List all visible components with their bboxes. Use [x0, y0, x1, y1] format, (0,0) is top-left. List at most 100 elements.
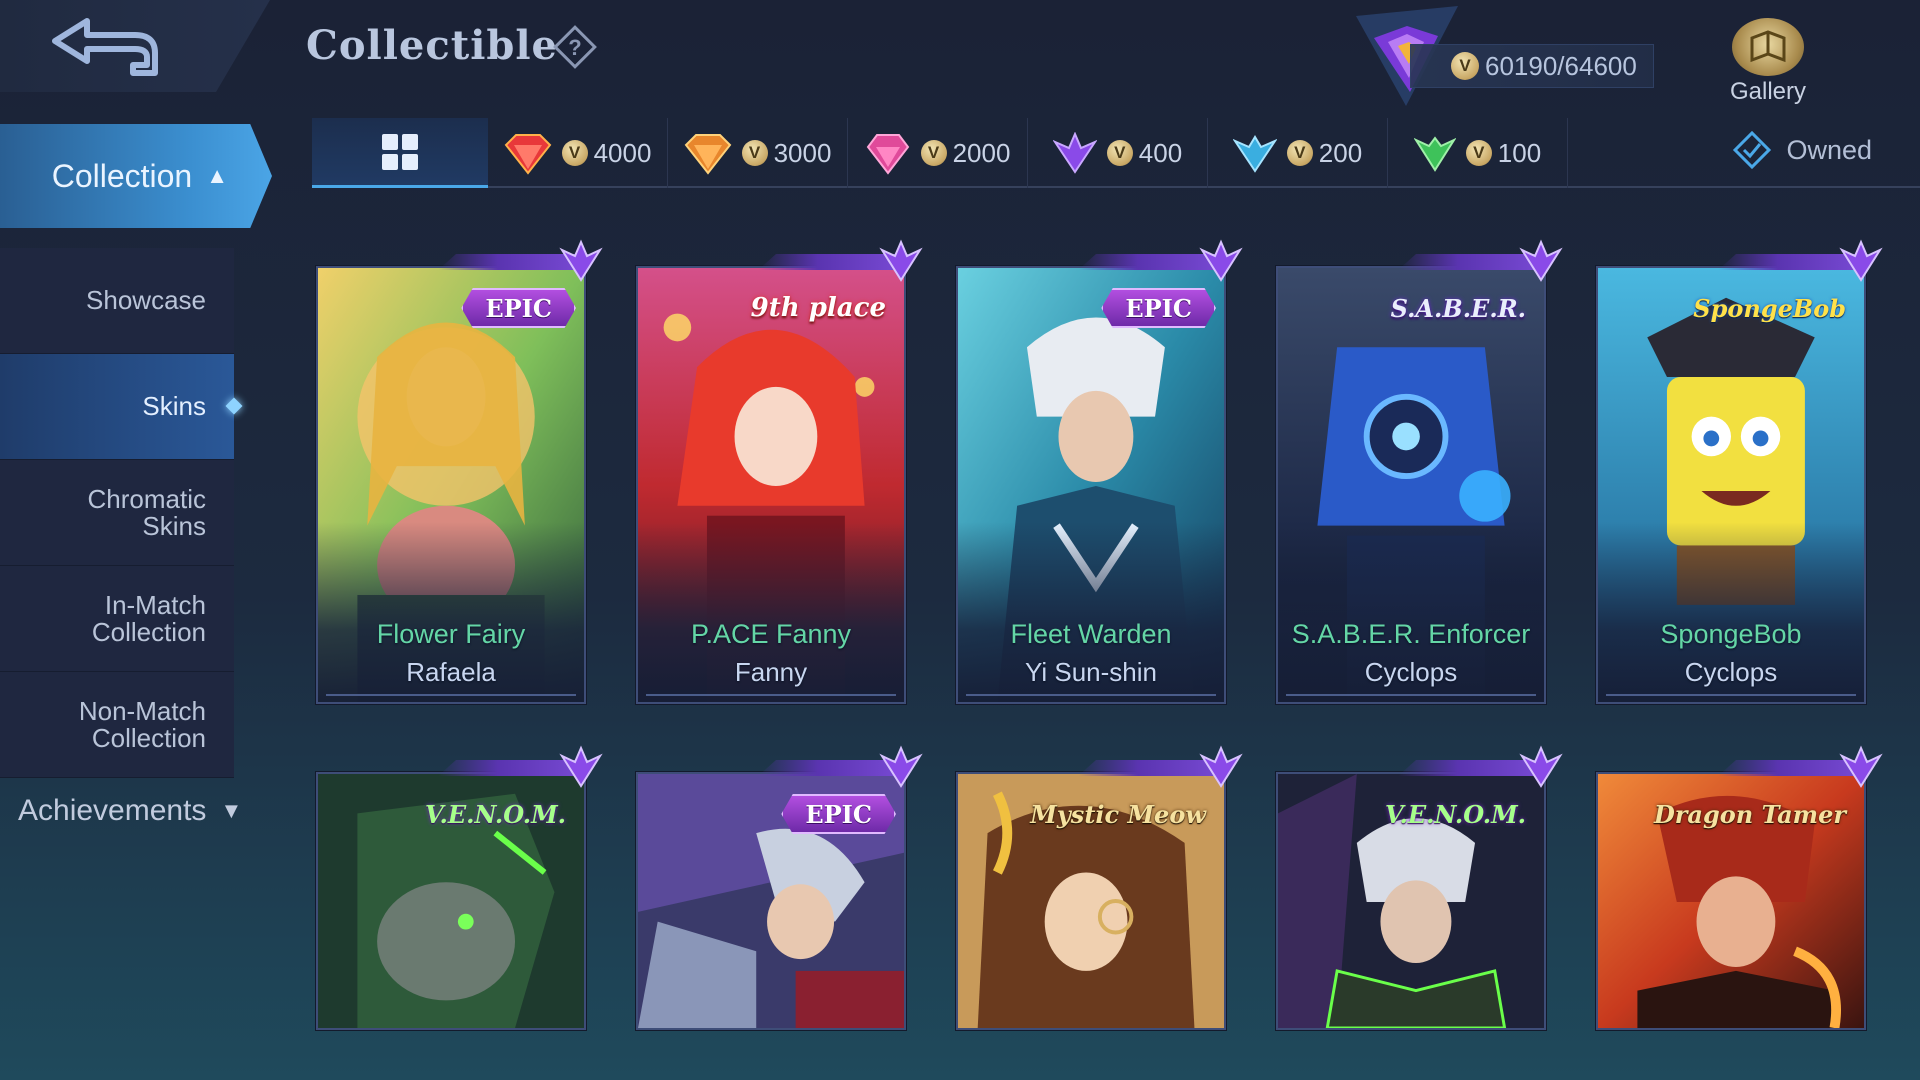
- hero-name: Fanny: [734, 657, 808, 687]
- coin-icon: V: [741, 140, 768, 166]
- skin-card[interactable]: V.E.N.O.M.: [1276, 745, 1563, 1030]
- hero-name: Yi Sun-shin: [1025, 657, 1157, 687]
- subnav-in-match-collection[interactable]: In-Match Collection: [0, 566, 234, 672]
- gallery-icon: [1732, 18, 1804, 76]
- epic-badge: EPIC: [781, 794, 896, 834]
- tier-gem-icon: [559, 239, 603, 282]
- subnav-showcase[interactable]: Showcase: [0, 248, 234, 354]
- skin-name: SpongeBob: [1660, 619, 1802, 649]
- coin-icon: V: [1286, 140, 1313, 166]
- epic-badge: EPIC: [1101, 288, 1216, 328]
- series-badge: V.E.N.O.M.: [425, 799, 566, 829]
- event-badge: 9th place: [750, 293, 886, 323]
- tier-gem-icon: [879, 745, 923, 788]
- hero-name: Rafaela: [406, 657, 496, 687]
- filter-tier-200[interactable]: V 200: [1208, 118, 1388, 188]
- collection-points-value: 60190/64600: [1485, 50, 1637, 81]
- subnav-label: In-Match Collection: [91, 589, 206, 647]
- chevron-up-icon: ▲: [206, 163, 228, 188]
- owned-filter-toggle[interactable]: Owned: [1732, 130, 1872, 170]
- skin-card[interactable]: S.A.B.E.R. S.A.B.E.R. Enforcer Cyclops: [1276, 239, 1563, 704]
- skin-card[interactable]: V.E.N.O.M.: [316, 745, 603, 1030]
- series-badge: V.E.N.O.M.: [1385, 799, 1526, 829]
- subnav-skins[interactable]: Skins: [0, 354, 234, 460]
- tier-gem-icon: [1839, 239, 1883, 282]
- skin-card[interactable]: EPIC: [636, 745, 923, 1030]
- pink-gem-icon: [866, 134, 909, 175]
- green-gem-icon: [1413, 136, 1456, 172]
- subnav-chromatic-skins[interactable]: Chromatic Skins: [0, 460, 234, 566]
- filter-tier-value: 100: [1497, 137, 1542, 168]
- card-divider: [1606, 694, 1856, 696]
- help-icon[interactable]: ?: [552, 24, 598, 70]
- filter-tier-value: 2000: [952, 137, 1011, 168]
- skin-card[interactable]: SpongeBob SpongeBob Cyclops: [1596, 239, 1883, 704]
- red-gem-icon: [504, 134, 551, 175]
- filter-tier-4000[interactable]: V 4000: [488, 118, 668, 188]
- filter-tier-3000[interactable]: V 3000: [668, 118, 848, 188]
- subnav-label: Showcase: [86, 285, 206, 315]
- skin-card[interactable]: Mystic Meow: [956, 745, 1243, 1030]
- skin-card[interactable]: 9th place P.ACE Fanny Fanny: [636, 239, 923, 704]
- tier-gem-icon: [1199, 745, 1243, 788]
- tier-filter-bar: V 4000 V 3000 V 2000 V 400 V 200 V 100 O…: [312, 118, 1920, 188]
- skin-name: Flower Fairy: [376, 619, 526, 649]
- subnav-label: Non-Match Collection: [78, 695, 206, 753]
- filter-tier-value: 4000: [593, 137, 652, 168]
- grid-icon: [382, 133, 418, 170]
- card-divider: [966, 694, 1216, 696]
- hero-name: Cyclops: [1684, 657, 1778, 687]
- epic-badge: EPIC: [461, 288, 576, 328]
- nav-achievements[interactable]: Achievements ▼: [18, 794, 242, 828]
- skin-card[interactable]: EPIC Flower Fairy Rafaela: [316, 239, 603, 704]
- series-badge: SpongeBob: [1693, 293, 1846, 323]
- back-button[interactable]: [0, 0, 270, 92]
- card-divider: [1286, 694, 1536, 696]
- tier-gem-icon: [879, 239, 923, 282]
- nav-achievements-label: Achievements: [18, 794, 207, 827]
- tier-gem-icon: [559, 745, 603, 788]
- orange-gem-icon: [684, 134, 731, 175]
- hero-name: Cyclops: [1364, 657, 1458, 687]
- filter-tier-100[interactable]: V 100: [1388, 118, 1568, 188]
- tier-gem-icon: [1519, 745, 1563, 788]
- series-badge: S.A.B.E.R.: [1390, 293, 1526, 323]
- series-badge: Mystic Meow: [1030, 799, 1206, 829]
- filter-tier-400[interactable]: V 400: [1028, 118, 1208, 188]
- series-badge: Dragon Tamer: [1653, 799, 1846, 829]
- filter-tier-2000[interactable]: V 2000: [848, 118, 1028, 188]
- skin-card[interactable]: Dragon Tamer: [1596, 745, 1883, 1030]
- collection-points: V 60190/64600: [1410, 44, 1654, 88]
- blue-gem-icon: [1232, 135, 1277, 173]
- owned-checkbox-icon: [1733, 130, 1772, 170]
- skin-name: Fleet Warden: [1010, 619, 1172, 649]
- collection-subnav: Showcase Skins Chromatic Skins In-Match …: [0, 248, 234, 778]
- skin-card[interactable]: EPIC Fleet Warden Yi Sun-shin: [956, 239, 1243, 704]
- back-arrow-icon: [52, 18, 158, 76]
- filter-tier-value: 400: [1138, 137, 1183, 168]
- gallery-label: Gallery: [1729, 78, 1807, 105]
- coin-icon: V: [1465, 140, 1492, 166]
- filter-tier-value: 3000: [773, 137, 832, 168]
- nav-collection[interactable]: Collection ▲: [0, 124, 272, 228]
- coin-icon: V: [1106, 140, 1133, 166]
- filter-all-tab[interactable]: [312, 118, 488, 188]
- svg-text:?: ?: [568, 35, 581, 60]
- chevron-down-icon: ▼: [220, 798, 243, 823]
- card-divider: [326, 694, 576, 696]
- skin-name: P.ACE Fanny: [690, 619, 852, 649]
- subnav-label: Skins: [142, 391, 206, 421]
- tier-gem-icon: [1519, 239, 1563, 282]
- filter-tier-value: 200: [1318, 137, 1363, 168]
- coin-icon: V: [561, 140, 588, 166]
- coin-icon: V: [920, 140, 947, 166]
- tier-gem-icon: [1839, 745, 1883, 788]
- subnav-label: Chromatic Skins: [87, 483, 206, 541]
- nav-collection-label: Collection: [51, 157, 193, 194]
- purple-gem-icon: [1052, 132, 1097, 174]
- gallery-button[interactable]: Gallery: [1716, 18, 1820, 108]
- subnav-non-match-collection[interactable]: Non-Match Collection: [0, 672, 234, 778]
- owned-label: Owned: [1786, 134, 1872, 165]
- card-divider: [646, 694, 896, 696]
- coin-icon: V: [1451, 52, 1479, 80]
